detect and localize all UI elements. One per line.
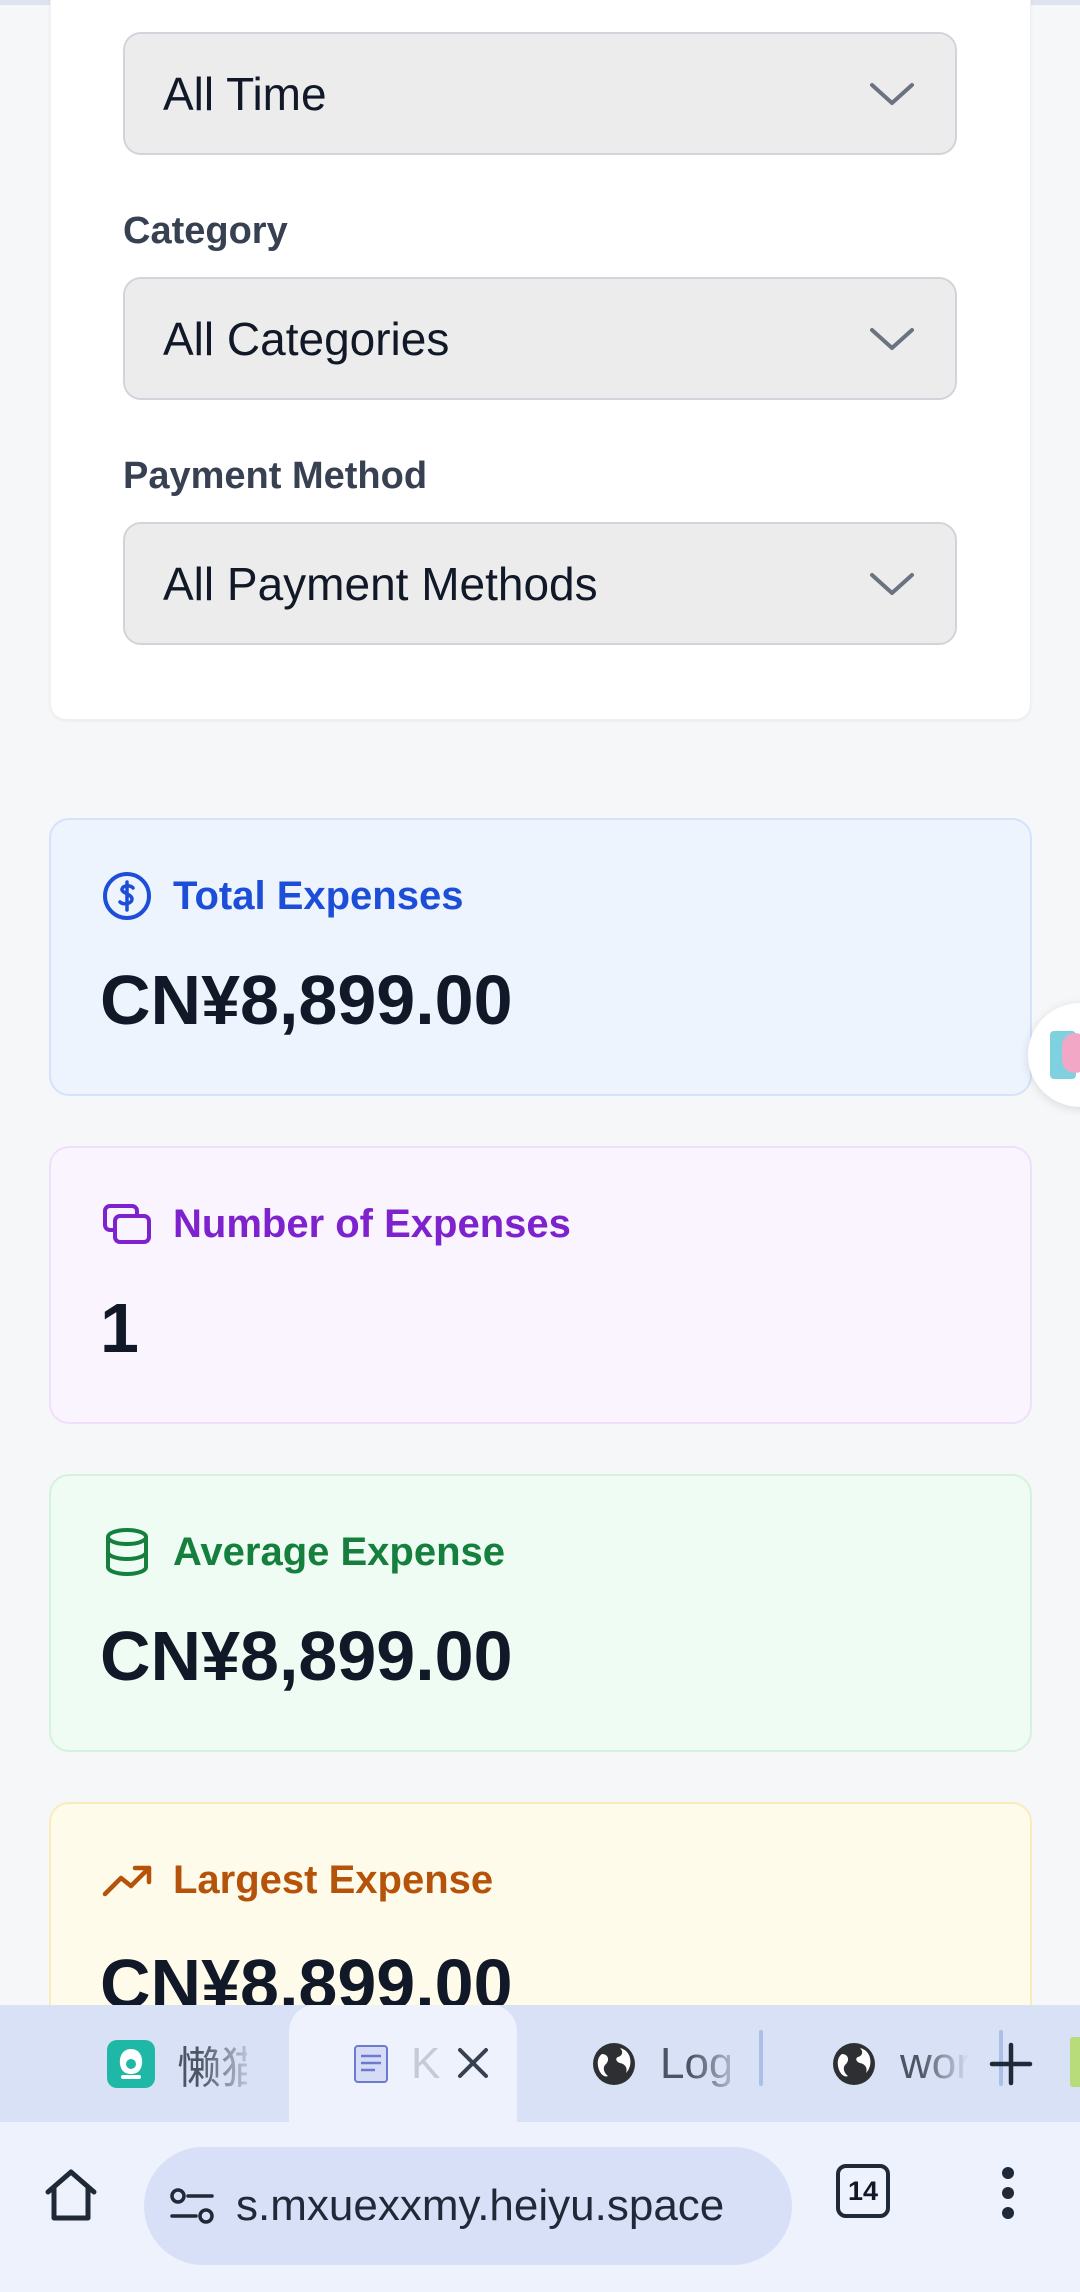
new-tab-button[interactable]	[982, 2035, 1040, 2093]
floating-assistant-button[interactable]	[1028, 1003, 1080, 1107]
tab-fade	[920, 2005, 970, 2122]
category-select[interactable]: All Categories	[123, 277, 957, 400]
average-expense-card: Average Expense CN¥8,899.00	[49, 1474, 1032, 1752]
app-favicon	[107, 2039, 155, 2088]
cards-icon	[103, 1204, 151, 1244]
more-vert-icon	[1002, 2167, 1014, 2219]
close-icon[interactable]	[455, 2045, 491, 2081]
category-label: Category	[123, 210, 288, 252]
globe-icon	[833, 2042, 875, 2085]
total-expenses-heading: Total Expenses	[101, 870, 463, 922]
average-expense-value: CN¥8,899.00	[100, 1617, 513, 1695]
site-settings-icon	[170, 2188, 214, 2224]
total-expenses-card: Total Expenses CN¥8,899.00	[49, 818, 1032, 1096]
browser-bottom-bar: s.mxuexxmy.heiyu.space 14	[0, 2122, 1080, 2292]
tab-fade	[200, 2005, 260, 2122]
category-value: All Categories	[163, 312, 450, 365]
total-expenses-label: Total Expenses	[173, 873, 464, 918]
url-text: s.mxuexxmy.heiyu.space	[236, 2181, 725, 2230]
browser-tab-strip: 懒猫 K Log	[0, 2005, 1080, 2122]
tab-fade	[690, 2005, 750, 2122]
plus-icon	[989, 2042, 1033, 2086]
payment-method-value: All Payment Methods	[163, 557, 598, 610]
payment-method-select[interactable]: All Payment Methods	[123, 522, 957, 645]
document-favicon	[354, 2044, 388, 2083]
chevron-down-icon	[870, 572, 914, 595]
total-expenses-value: CN¥8,899.00	[100, 961, 513, 1039]
chevron-down-icon	[870, 327, 914, 350]
tab-switcher-button[interactable]: 14	[836, 2164, 890, 2218]
home-button[interactable]	[38, 2162, 104, 2228]
time-range-value: All Time	[163, 67, 327, 120]
number-of-expenses-card: Number of Expenses 1	[49, 1146, 1032, 1424]
time-range-select[interactable]: All Time	[123, 32, 957, 155]
tab-count: 14	[847, 2175, 879, 2206]
assistant-logo-shape	[1062, 1033, 1080, 1073]
average-expense-label: Average Expense	[173, 1529, 506, 1574]
browser-tab-active[interactable]: K	[289, 2005, 517, 2122]
more-menu-button[interactable]	[990, 2158, 1026, 2228]
largest-expense-label: Largest Expense	[173, 1857, 494, 1902]
tab-edge-favicon	[1070, 2037, 1080, 2087]
globe-icon	[593, 2042, 635, 2085]
payment-method-label: Payment Method	[123, 455, 428, 497]
largest-expense-heading: Largest Expense	[101, 1854, 493, 1906]
chevron-down-icon	[870, 82, 914, 105]
number-of-expenses-heading: Number of Expenses	[101, 1198, 571, 1250]
number-of-expenses-value: 1	[100, 1289, 139, 1367]
address-bar[interactable]: s.mxuexxmy.heiyu.space	[144, 2147, 792, 2265]
trending-up-icon	[102, 1865, 152, 1897]
average-expense-heading: Average Expense	[101, 1526, 505, 1578]
tab-title: K	[411, 2038, 441, 2088]
tab-separator	[759, 2030, 763, 2086]
home-icon	[45, 2169, 97, 2221]
app-viewport: All Time Category All Categories Payment…	[0, 0, 1080, 2292]
database-icon	[106, 1528, 148, 1577]
dollar-circle-icon	[103, 872, 151, 920]
number-of-expenses-label: Number of Expenses	[173, 1201, 571, 1246]
